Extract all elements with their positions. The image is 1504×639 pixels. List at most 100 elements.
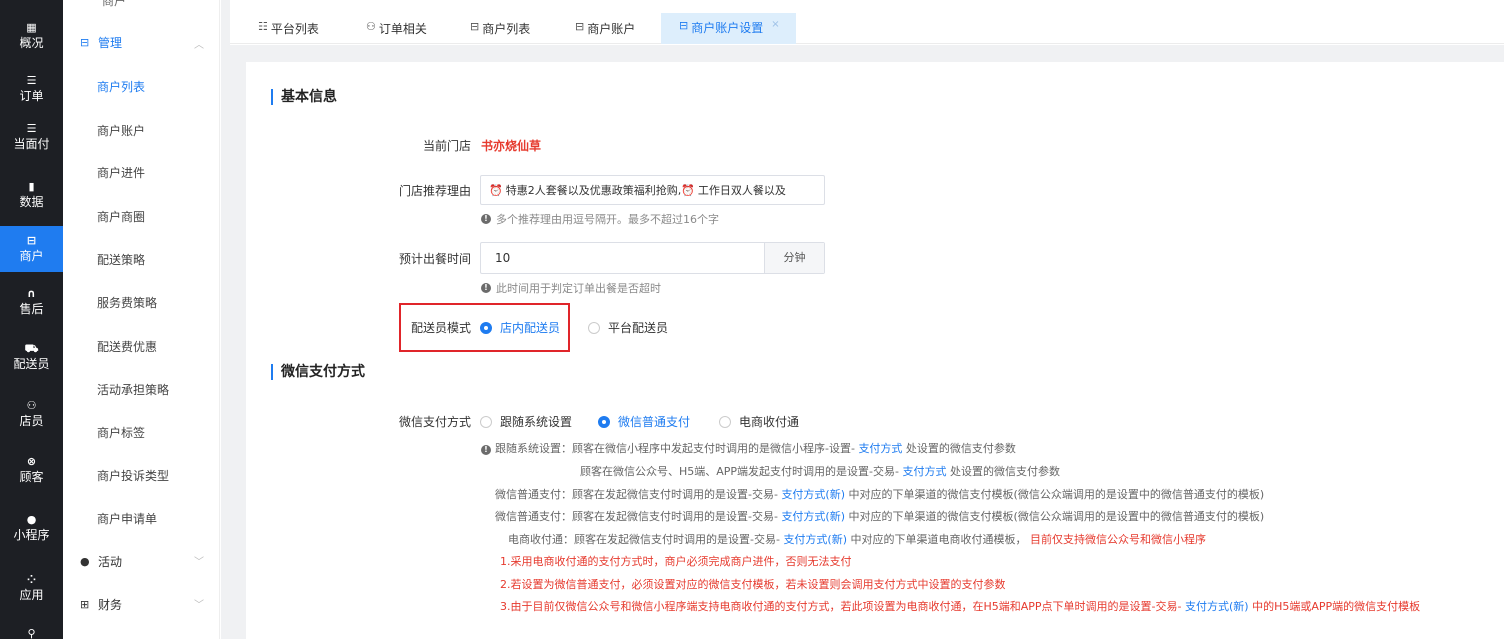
rail-item-staff[interactable]: ⚇ 店员 xyxy=(0,391,63,437)
rail-item-apps[interactable]: ⁘ 应用 xyxy=(0,565,63,611)
radio-label: 平台配送员 xyxy=(608,321,669,335)
submenu-item-complaint-types[interactable]: 商户投诉类型 xyxy=(97,467,169,484)
submenu-item-tags[interactable]: 商户标签 xyxy=(97,424,145,441)
pay-method-link[interactable]: 支付方式 xyxy=(903,465,947,478)
note-text: 中对应的下单渠道的微信支付模板(微信公众端调用的是设置中的微信普通支付的模板) xyxy=(845,488,1265,501)
chevron-down-icon[interactable]: ﹀ xyxy=(194,596,204,611)
radio-label: 店内配送员 xyxy=(500,321,561,335)
rail-item-after-sale[interactable]: ∩ 售后 xyxy=(0,279,63,325)
radio-dot xyxy=(480,321,492,334)
list-icon: ☷ xyxy=(258,20,268,33)
rail-label: 配送员 xyxy=(13,357,50,371)
prep-time-value: 10 xyxy=(495,251,511,265)
submenu-group-activity[interactable]: ● 活动 xyxy=(80,553,122,570)
rail-item-courier[interactable]: ⛟ 配送员 xyxy=(0,334,63,380)
note-text: 处设置的微信支付参数 xyxy=(902,442,1016,455)
submenu-group-finance[interactable]: ⊞ 财务 xyxy=(80,596,122,613)
tab-label: 商户账户设置 xyxy=(691,21,764,35)
pay-method-new-link[interactable]: 支付方式(新) xyxy=(781,488,845,501)
rail-label: 应用 xyxy=(19,588,44,602)
reason-label: 门店推荐理由 xyxy=(398,184,471,198)
warning-line-2: 2.若设置为微信普通支付，必须设置对应的微信支付模板，若未设置则会调用支付方式中… xyxy=(500,578,1006,591)
note-ecommerce: 电商收付通：顾客在发起微信支付时调用的是设置-交易- 支付方式(新) 中对应的下… xyxy=(508,531,1206,547)
submenu-item-activity-bearing[interactable]: 活动承担策略 xyxy=(97,381,169,398)
rail-label: 小程序 xyxy=(13,528,50,542)
tab-label: 商户列表 xyxy=(482,22,531,36)
radio-follow-system[interactable]: 跟随系统设置 xyxy=(480,413,572,430)
note-text: 电商收付通：顾客在发起微信支付时调用的是设置-交易- xyxy=(508,533,784,546)
users-icon: ⚇ xyxy=(366,20,376,33)
reason-text: 特惠2人套餐以及优惠政策福利抢购, xyxy=(505,184,682,197)
rail-label: 数据 xyxy=(19,195,44,209)
note-text: 顾客在微信公众号、H5端、APP端发起支付时调用的是设置-交易- xyxy=(580,465,903,478)
submenu-item-merchant-list[interactable]: 商户列表 xyxy=(97,78,145,95)
rail-item-face-pay[interactable]: ☰ 当面付 xyxy=(0,114,63,160)
tab-merchant-account-settings[interactable]: ⊟ 商户账户设置 × xyxy=(661,13,796,44)
chevron-down-icon[interactable]: ﹀ xyxy=(194,553,204,568)
radio-dot xyxy=(719,415,731,428)
person-icon: ⚲ xyxy=(27,627,36,639)
alarm-clock-icon: ⏰ xyxy=(681,183,695,197)
store-icon: ⊟ xyxy=(26,234,37,247)
store-icon: ⊟ xyxy=(679,19,689,32)
submenu-item-service-fee[interactable]: 服务费策略 xyxy=(97,294,157,311)
rail-item-overview[interactable]: ▦ 概况 xyxy=(0,13,63,59)
time-hint: ! 此时间用于判定订单出餐是否超时 xyxy=(481,280,661,296)
note-follow-system-2: 顾客在微信公众号、H5端、APP端发起支付时调用的是设置-交易- 支付方式 处设… xyxy=(580,463,1060,479)
list-icon: ☰ xyxy=(26,122,37,135)
note-text: 处设置的微信支付参数 xyxy=(946,465,1060,478)
info-icon: ! xyxy=(481,445,491,455)
rail-item-more[interactable]: ⚲ xyxy=(0,612,63,639)
prep-time-input[interactable]: 10 分钟 xyxy=(480,242,825,274)
headset-icon: ∩ xyxy=(27,287,36,300)
submenu-item-applications[interactable]: 商户申请单 xyxy=(97,510,157,527)
rail-item-merchant[interactable]: ⊟ 商户 xyxy=(0,226,63,272)
store-name: 书亦烧仙草 xyxy=(481,139,542,153)
rail-item-customer[interactable]: ⊗ 顾客 xyxy=(0,447,63,493)
radio-in-store-courier[interactable]: 店内配送员 xyxy=(480,319,560,336)
alarm-clock-icon: ⏰ xyxy=(489,183,503,197)
submenu-item-delivery-discount[interactable]: 配送费优惠 xyxy=(97,338,157,355)
rail-label: 顾客 xyxy=(19,470,44,484)
main-nav-rail: ▦ 概况 ☰ 订单 ☰ 当面付 ▮ 数据 ⊟ 商户 ∩ 售后 ⛟ 配送员 ⚇ 店… xyxy=(0,0,63,639)
rail-item-data[interactable]: ▮ 数据 xyxy=(0,172,63,218)
close-icon[interactable]: × xyxy=(771,19,779,30)
rail-label: 订单 xyxy=(19,89,44,103)
rail-item-orders[interactable]: ☰ 订单 xyxy=(0,66,63,112)
note-wechat-normal-1: 微信普通支付：顾客在发起微信支付时调用的是设置-交易- 支付方式(新) 中对应的… xyxy=(495,486,1264,502)
pay-method-new-link[interactable]: 支付方式(新) xyxy=(781,510,845,523)
info-icon: ! xyxy=(481,283,491,293)
chat-icon: ● xyxy=(26,513,37,526)
note-wechat-normal-2: 微信普通支付：顾客在发起微信支付时调用的是设置-交易- 支付方式(新) 中对应的… xyxy=(495,508,1264,524)
section-title-wechat-pay: 微信支付方式 xyxy=(271,364,365,380)
recommend-reason-input[interactable]: ⏰ 特惠2人套餐以及优惠政策福利抢购, ⏰ 工作日双人餐以及 xyxy=(480,175,825,205)
pay-method-new-link[interactable]: 支付方式(新) xyxy=(783,533,847,546)
activity-icon: ● xyxy=(80,555,90,568)
submenu-item-business-circle[interactable]: 商户商圈 xyxy=(97,208,145,225)
submenu-group-manage[interactable]: ⊟ 管理 xyxy=(80,34,122,51)
note-text: 微信普通支付：顾客在发起微信支付时调用的是设置-交易- xyxy=(495,488,782,501)
warning-line-3: 3.由于目前仅微信公众号和微信小程序端支持电商收付通的支付方式，若此项设置为电商… xyxy=(500,598,1420,614)
pay-method-link[interactable]: 支付方式 xyxy=(858,442,902,455)
radio-wechat-normal-pay[interactable]: 微信普通支付 xyxy=(598,413,690,430)
submenu-group-label: 管理 xyxy=(98,36,123,50)
chevron-up-icon[interactable]: ︿ xyxy=(194,36,204,51)
rail-label: 概况 xyxy=(19,36,44,50)
submenu-item-delivery-strategy[interactable]: 配送策略 xyxy=(97,251,145,268)
scooter-icon: ⛟ xyxy=(24,342,39,355)
submenu-item-merchant-account[interactable]: 商户账户 xyxy=(97,122,145,139)
customer-icon: ⊗ xyxy=(26,455,37,468)
apps-icon: ⁘ xyxy=(26,573,37,586)
note-text: 跟随系统设置：顾客在微信小程序中发起支付时调用的是微信小程序-设置- xyxy=(495,442,859,455)
radio-platform-courier[interactable]: 平台配送员 xyxy=(588,319,668,336)
section-title-basic: 基本信息 xyxy=(271,89,337,105)
reason-text: 工作日双人餐以及 xyxy=(697,184,786,197)
submenu-clipped-item[interactable]: 商户 xyxy=(102,0,126,9)
pay-method-new-link[interactable]: 支付方式(新) xyxy=(1185,600,1249,613)
radio-label: 微信普通支付 xyxy=(618,415,691,429)
note-warning: 目前仅支持微信公众号和微信小程序 xyxy=(1026,533,1207,546)
warning-line-1: 1.采用电商收付通的支付方式时，商户必须完成商户进件，否则无法支付 xyxy=(500,555,852,568)
radio-ecommerce-pay[interactable]: 电商收付通 xyxy=(719,413,799,430)
rail-item-mini-program[interactable]: ● 小程序 xyxy=(0,505,63,551)
submenu-item-onboarding[interactable]: 商户进件 xyxy=(97,164,145,181)
